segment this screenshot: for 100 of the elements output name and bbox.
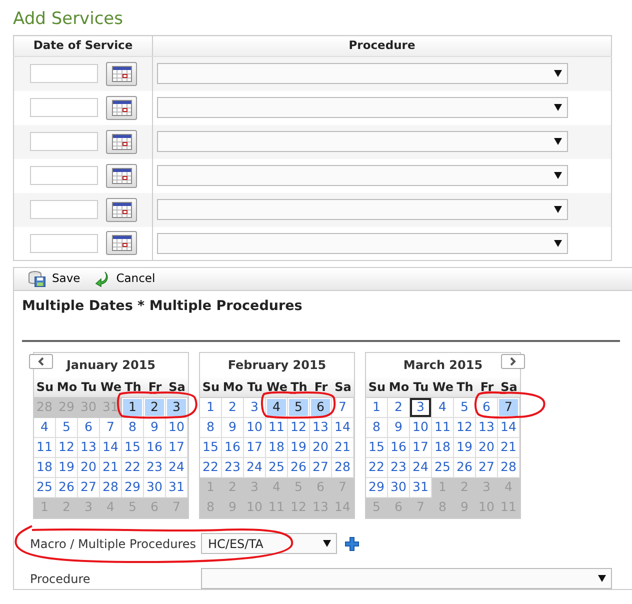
day-cell[interactable]: 26 — [288, 458, 310, 478]
date-field[interactable] — [30, 64, 98, 84]
day-cell[interactable]: 31 — [166, 478, 188, 498]
day-cell[interactable]: 5 — [454, 398, 476, 418]
day-cell[interactable]: 29 — [122, 478, 144, 498]
day-cell[interactable]: 1 — [122, 398, 144, 418]
procedure-select[interactable] — [157, 232, 568, 254]
day-cell[interactable]: 16 — [222, 438, 244, 458]
day-cell[interactable]: 7 — [332, 398, 354, 418]
day-cell[interactable]: 6 — [78, 418, 100, 438]
procedure-select[interactable] — [157, 97, 568, 118]
day-cell[interactable]: 12 — [288, 418, 310, 438]
day-cell[interactable]: 18 — [34, 458, 56, 478]
day-cell[interactable]: 3 — [244, 398, 266, 418]
day-cell[interactable]: 18 — [266, 438, 288, 458]
calendar-button[interactable] — [106, 62, 137, 86]
day-cell[interactable]: 23 — [144, 458, 166, 478]
day-cell[interactable]: 17 — [410, 438, 432, 458]
day-cell[interactable]: 10 — [244, 418, 266, 438]
day-cell[interactable]: 22 — [366, 458, 388, 478]
day-cell[interactable]: 21 — [100, 458, 122, 478]
day-cell[interactable]: 25 — [34, 478, 56, 498]
day-cell[interactable]: 22 — [200, 458, 222, 478]
date-field[interactable] — [30, 200, 98, 219]
day-cell[interactable]: 4 — [432, 398, 454, 418]
date-field[interactable] — [30, 98, 98, 117]
day-cell[interactable]: 14 — [498, 418, 520, 438]
day-cell[interactable]: 4 — [34, 418, 56, 438]
add-button[interactable] — [345, 536, 359, 551]
day-cell[interactable]: 5 — [288, 398, 310, 418]
day-cell[interactable]: 2 — [222, 398, 244, 418]
day-cell[interactable]: 28 — [100, 478, 122, 498]
day-cell[interactable]: 20 — [310, 438, 332, 458]
day-cell[interactable]: 19 — [454, 438, 476, 458]
day-cell[interactable]: 20 — [476, 438, 498, 458]
day-cell[interactable]: 2 — [144, 398, 166, 418]
day-cell[interactable]: 24 — [244, 458, 266, 478]
day-cell[interactable]: 9 — [144, 418, 166, 438]
day-cell[interactable]: 15 — [366, 438, 388, 458]
day-cell[interactable]: 7 — [498, 398, 520, 418]
day-cell[interactable]: 13 — [78, 438, 100, 458]
day-cell[interactable]: 3 — [410, 398, 432, 418]
date-field[interactable] — [30, 132, 98, 151]
day-cell[interactable]: 17 — [244, 438, 266, 458]
calendar-button[interactable] — [106, 96, 137, 120]
day-cell[interactable]: 26 — [454, 458, 476, 478]
day-cell[interactable]: 16 — [144, 438, 166, 458]
day-cell[interactable]: 7 — [100, 418, 122, 438]
day-cell[interactable]: 31 — [410, 478, 432, 498]
day-cell[interactable]: 27 — [310, 458, 332, 478]
next-month-button[interactable] — [501, 354, 525, 370]
day-cell[interactable]: 20 — [78, 458, 100, 478]
day-cell[interactable]: 19 — [56, 458, 78, 478]
day-cell[interactable]: 25 — [432, 458, 454, 478]
day-cell[interactable]: 30 — [144, 478, 166, 498]
day-cell[interactable]: 30 — [388, 478, 410, 498]
day-cell[interactable]: 23 — [222, 458, 244, 478]
day-cell[interactable]: 8 — [122, 418, 144, 438]
day-cell[interactable]: 23 — [388, 458, 410, 478]
day-cell[interactable]: 5 — [56, 418, 78, 438]
day-cell[interactable]: 13 — [310, 418, 332, 438]
day-cell[interactable]: 27 — [78, 478, 100, 498]
day-cell[interactable]: 14 — [100, 438, 122, 458]
day-cell[interactable]: 3 — [166, 398, 188, 418]
day-cell[interactable]: 2 — [388, 398, 410, 418]
calendar-button[interactable] — [106, 164, 137, 188]
day-cell[interactable]: 4 — [266, 398, 288, 418]
calendar-button[interactable] — [106, 198, 137, 222]
day-cell[interactable]: 28 — [498, 458, 520, 478]
day-cell[interactable]: 15 — [122, 438, 144, 458]
day-cell[interactable]: 11 — [432, 418, 454, 438]
day-cell[interactable]: 18 — [432, 438, 454, 458]
macro-select[interactable]: HC/ES/TA — [201, 533, 337, 554]
procedure-select[interactable] — [157, 165, 568, 186]
day-cell[interactable]: 16 — [388, 438, 410, 458]
day-cell[interactable]: 6 — [310, 398, 332, 418]
day-cell[interactable]: 1 — [366, 398, 388, 418]
day-cell[interactable]: 1 — [200, 398, 222, 418]
day-cell[interactable]: 14 — [332, 418, 354, 438]
date-field[interactable] — [30, 234, 98, 253]
day-cell[interactable]: 22 — [122, 458, 144, 478]
day-cell[interactable]: 10 — [410, 418, 432, 438]
day-cell[interactable]: 24 — [410, 458, 432, 478]
cancel-button[interactable]: Cancel — [90, 270, 160, 288]
day-cell[interactable]: 27 — [476, 458, 498, 478]
day-cell[interactable]: 24 — [166, 458, 188, 478]
previous-month-button[interactable] — [29, 354, 53, 370]
calendar-button[interactable] — [106, 231, 137, 256]
day-cell[interactable]: 19 — [288, 438, 310, 458]
day-cell[interactable]: 26 — [56, 478, 78, 498]
day-cell[interactable]: 12 — [454, 418, 476, 438]
day-cell[interactable]: 28 — [332, 458, 354, 478]
day-cell[interactable]: 11 — [266, 418, 288, 438]
day-cell[interactable]: 13 — [476, 418, 498, 438]
day-cell[interactable]: 12 — [56, 438, 78, 458]
day-cell[interactable]: 17 — [166, 438, 188, 458]
day-cell[interactable]: 8 — [366, 418, 388, 438]
day-cell[interactable]: 11 — [34, 438, 56, 458]
procedure-select[interactable] — [157, 63, 568, 84]
day-cell[interactable]: 15 — [200, 438, 222, 458]
